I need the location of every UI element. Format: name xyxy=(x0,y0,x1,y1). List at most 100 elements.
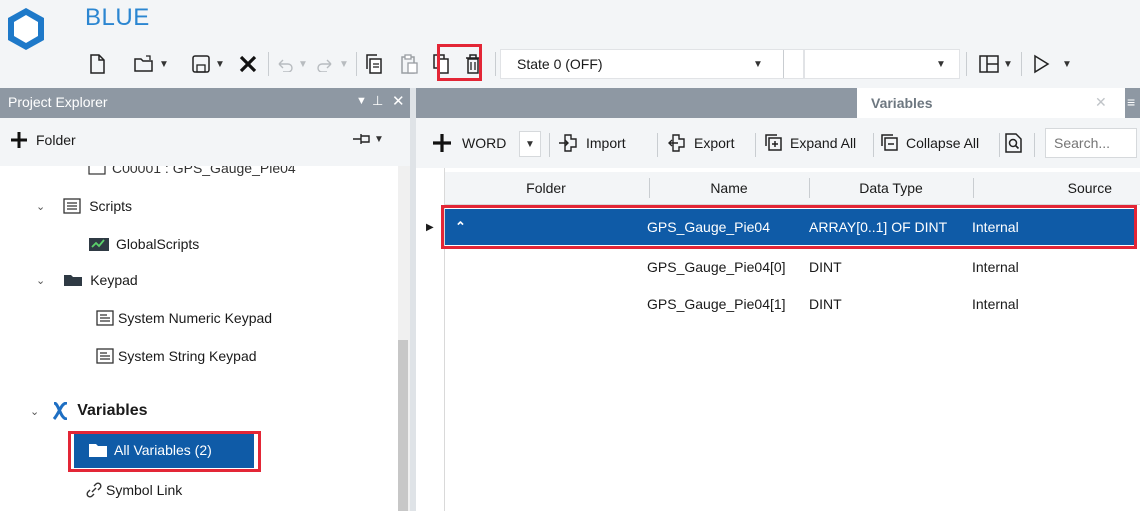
cell-name: GPS_Gauge_Pie04[0] xyxy=(647,259,786,275)
cell-source: Internal xyxy=(972,296,1019,312)
undo-icon[interactable] xyxy=(272,50,298,78)
column-header-folder[interactable]: Folder xyxy=(445,172,647,204)
app-logo xyxy=(6,6,46,52)
new-file-icon[interactable] xyxy=(84,50,110,78)
state-select-value: State 0 (OFF) xyxy=(517,56,603,72)
tab-variables-label: Variables xyxy=(871,95,933,111)
keypad-form-icon xyxy=(96,348,114,364)
project-explorer-title: Project Explorer xyxy=(8,94,108,110)
folder-icon xyxy=(89,444,107,457)
project-tree: C00001 : GPS_Gauge_Pie04 ⌄ Scripts Globa… xyxy=(0,166,398,511)
cell-folder xyxy=(445,209,645,245)
column-header-source[interactable]: Source xyxy=(974,172,1140,204)
tree-scrollbar-thumb[interactable] xyxy=(398,340,408,511)
play-icon[interactable] xyxy=(1028,50,1054,78)
table-row[interactable]: GPS_Gauge_Pie04[0] DINT Internal xyxy=(445,249,1135,285)
add-folder-button[interactable]: Folder xyxy=(10,131,76,149)
cell-data-type: DINT xyxy=(809,259,842,275)
redo-icon[interactable] xyxy=(312,50,338,78)
column-header-data-type[interactable]: Data Type xyxy=(810,172,972,204)
close-tab-icon[interactable]: ✕ xyxy=(1095,94,1107,111)
tree-item-all-variables[interactable]: All Variables (2) xyxy=(74,434,254,468)
cell-data-type: ARRAY[0..1] OF DINT xyxy=(809,219,948,235)
expand-all-icon xyxy=(765,134,782,151)
find-button[interactable] xyxy=(1005,127,1023,159)
secondary-select[interactable]: ▼ xyxy=(804,49,960,79)
add-variable-type-label: WORD xyxy=(462,135,507,151)
project-explorer-toolbar: Folder ▼ xyxy=(0,118,410,166)
row-header-column: ▶ xyxy=(416,168,445,511)
tree-item-scripts[interactable]: ⌄ Scripts xyxy=(36,198,132,214)
trash-icon[interactable] xyxy=(459,50,487,78)
screen-icon xyxy=(88,166,106,175)
close-panel-icon[interactable]: ✕ xyxy=(392,92,405,110)
save-dropdown-caret-icon[interactable]: ▼ xyxy=(213,50,227,78)
duplicate-icon[interactable] xyxy=(427,50,455,78)
plus-icon xyxy=(11,132,27,148)
tree-item-system-string-keypad[interactable]: System String Keypad xyxy=(96,348,257,364)
add-folder-label: Folder xyxy=(36,132,76,148)
pushpin-icon xyxy=(353,134,370,144)
chevron-down-icon[interactable]: ⌄ xyxy=(30,405,39,418)
secondary-select-caret-icon: ▼ xyxy=(936,58,946,70)
cell-name: GPS_Gauge_Pie04 xyxy=(647,219,770,235)
cell-folder xyxy=(445,286,645,322)
layout-icon[interactable] xyxy=(976,50,1002,78)
import-icon xyxy=(559,134,577,152)
cell-source: Internal xyxy=(972,219,1019,235)
state-select[interactable]: State 0 (OFF) ▼ xyxy=(500,49,804,79)
add-variable-button[interactable]: WORD xyxy=(432,127,506,159)
cell-source: Internal xyxy=(972,259,1019,275)
scripts-icon xyxy=(63,198,81,214)
chevron-down-icon[interactable]: ⌄ xyxy=(36,200,45,213)
collapse-all-button[interactable]: Collapse All xyxy=(880,127,979,159)
cell-data-type: DINT xyxy=(809,296,842,312)
tree-item-keypad[interactable]: ⌄ Keypad xyxy=(36,272,138,288)
collapse-all-icon xyxy=(881,134,898,151)
tab-menu-icon[interactable]: ≡ xyxy=(1127,94,1135,110)
column-header-name[interactable]: Name xyxy=(650,172,808,204)
panel-menu-caret-icon[interactable]: ▼ xyxy=(356,95,367,107)
save-icon[interactable] xyxy=(188,50,214,78)
tree-item-variables[interactable]: ⌄ Variables xyxy=(30,402,148,420)
find-document-icon xyxy=(1005,133,1022,153)
delete-x-icon[interactable] xyxy=(234,50,262,78)
table-row[interactable]: GPS_Gauge_Pie04[1] DINT Internal xyxy=(445,286,1135,322)
cell-name: GPS_Gauge_Pie04[1] xyxy=(647,296,786,312)
undo-dropdown-caret-icon[interactable]: ▼ xyxy=(296,50,310,78)
open-dropdown-caret-icon[interactable]: ▼ xyxy=(157,50,171,78)
export-icon xyxy=(668,134,685,152)
global-scripts-icon xyxy=(89,238,109,251)
chevron-down-icon[interactable]: ⌄ xyxy=(36,274,45,287)
data-type-dropdown-caret-icon[interactable]: ▼ xyxy=(519,131,541,157)
copy-icon[interactable] xyxy=(360,50,388,78)
variables-search-input[interactable] xyxy=(1045,128,1137,158)
keypad-form-icon xyxy=(96,310,114,326)
grid-column-header: Folder Name Data Type Source xyxy=(445,172,1140,205)
current-row-pointer-icon: ▶ xyxy=(426,222,434,233)
paste-icon[interactable] xyxy=(395,50,423,78)
cell-folder xyxy=(445,249,645,285)
import-button[interactable]: Import xyxy=(558,127,626,159)
pin-options-button[interactable]: ▼ xyxy=(352,132,384,146)
tree-item-system-numeric-keypad[interactable]: System Numeric Keypad xyxy=(96,310,272,326)
expand-all-button[interactable]: Expand All xyxy=(764,127,856,159)
tab-variables[interactable]: Variables ✕ xyxy=(857,88,1125,118)
project-explorer-header: Project Explorer ▼ ⊥ ✕ xyxy=(0,88,410,118)
folder-icon xyxy=(64,275,83,286)
layout-dropdown-caret-icon[interactable]: ▼ xyxy=(1001,50,1015,78)
tree-item-partial[interactable]: C00001 : GPS_Gauge_Pie04 xyxy=(88,166,296,176)
redo-dropdown-caret-icon[interactable]: ▼ xyxy=(337,50,351,78)
export-button[interactable]: Export xyxy=(666,127,734,159)
plus-icon xyxy=(433,134,451,152)
open-folder-icon[interactable] xyxy=(131,50,157,78)
run-dropdown-caret-icon[interactable]: ▼ xyxy=(1060,50,1074,78)
app-title: BLUE xyxy=(85,4,150,31)
variables-x-icon xyxy=(53,402,68,420)
link-icon xyxy=(86,482,102,498)
state-select-caret-icon: ▼ xyxy=(753,58,763,70)
table-row[interactable]: ⌃ GPS_Gauge_Pie04 ARRAY[0..1] OF DINT In… xyxy=(445,209,1135,245)
tree-item-global-scripts[interactable]: GlobalScripts xyxy=(88,236,199,252)
tree-item-symbol-link[interactable]: Symbol Link xyxy=(86,482,182,498)
pin-icon[interactable]: ⊥ xyxy=(372,93,383,109)
